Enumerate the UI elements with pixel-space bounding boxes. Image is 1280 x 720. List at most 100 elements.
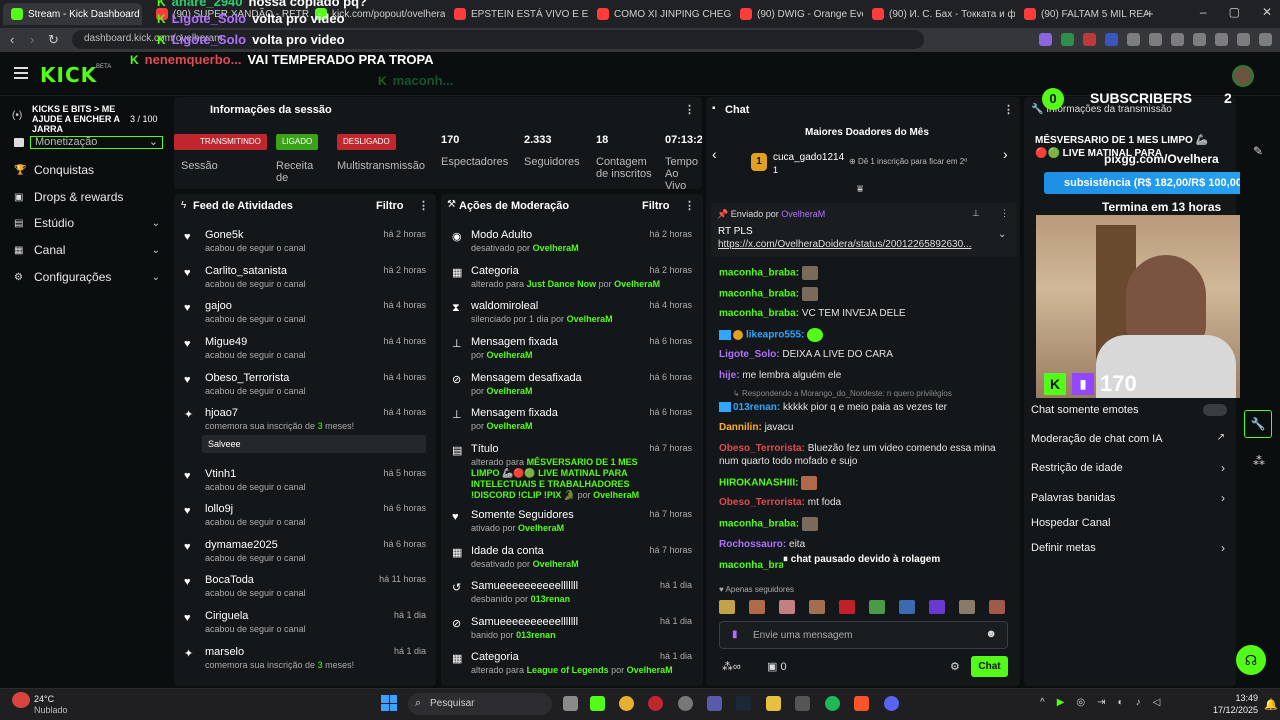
moderator-name[interactable]: OvelheraM bbox=[593, 490, 639, 500]
feed-username[interactable]: Gone5k bbox=[205, 229, 244, 241]
moderator-name[interactable]: OvelheraM bbox=[533, 243, 579, 253]
feed-username[interactable]: gajoo bbox=[205, 300, 232, 312]
moderator-name[interactable]: OvelheraM bbox=[518, 523, 564, 533]
discord-icon[interactable] bbox=[884, 696, 899, 711]
gift-icon[interactable]: ▣ 0 bbox=[767, 660, 787, 673]
chevron-left-icon[interactable]: ‹ bbox=[712, 146, 717, 162]
obs-icon[interactable] bbox=[678, 696, 693, 711]
reload-icon[interactable]: ↻ bbox=[48, 32, 59, 48]
send-chat-button[interactable]: Chat bbox=[971, 656, 1008, 677]
moderator-name[interactable]: OvelheraM bbox=[487, 386, 533, 396]
kick-app-icon[interactable] bbox=[590, 696, 605, 711]
browser-tab[interactable]: COMO XI JINPING CHEGOU AO× bbox=[589, 3, 731, 25]
feed-username[interactable]: Carlito_satanista bbox=[205, 265, 287, 277]
moderator-name[interactable]: OvelheraM bbox=[487, 350, 533, 360]
emoji-icon[interactable]: ☻ bbox=[985, 628, 997, 640]
moderator-name[interactable]: OvelheraM bbox=[533, 559, 579, 569]
emote[interactable] bbox=[801, 287, 818, 301]
feed-username[interactable]: Ciriguela bbox=[205, 610, 248, 622]
setting-definir-metas[interactable]: Definir metas › bbox=[1031, 541, 1227, 556]
emote[interactable] bbox=[809, 600, 825, 614]
edit-icon[interactable]: ✎ bbox=[1253, 144, 1263, 158]
sidebar-item-conquistas[interactable]: 🏆 Conquistas bbox=[14, 163, 160, 177]
browser-tab[interactable]: (90) И. С. Бах - Токката и фуга× bbox=[864, 3, 1015, 25]
task-view-icon[interactable] bbox=[563, 696, 578, 711]
feed-username[interactable]: Vtinh1 bbox=[205, 468, 236, 480]
setting-chat-somente-emotes[interactable]: Chat somente emotes bbox=[1031, 404, 1227, 418]
chat-username[interactable]: maconha_braba: bbox=[719, 519, 799, 530]
app-icon[interactable] bbox=[707, 696, 722, 711]
user-avatar[interactable] bbox=[1232, 65, 1254, 87]
more-options-icon[interactable]: ⋮ bbox=[684, 103, 695, 116]
file-explorer-icon[interactable] bbox=[766, 696, 781, 711]
chat-username[interactable]: 013renan: bbox=[733, 402, 780, 413]
browser-tab[interactable]: (90) FALTAM 5 MIL REAIS PARA× bbox=[1016, 3, 1148, 25]
more-options-icon[interactable]: ⋮ bbox=[1000, 208, 1009, 219]
tray-app-icon[interactable]: ◎ bbox=[1076, 697, 1085, 708]
clock-date[interactable]: 17/12/2025 bbox=[1208, 705, 1258, 715]
feed-username[interactable]: dymamae2025 bbox=[205, 539, 278, 551]
app-icon[interactable] bbox=[795, 696, 810, 711]
microphone-icon[interactable]: ♪ bbox=[1136, 697, 1141, 708]
chat-input[interactable]: ▮ Envie uma mensagem ☻ bbox=[719, 621, 1008, 649]
extension-icon[interactable] bbox=[1149, 33, 1162, 46]
wrench-icon[interactable]: 🔧 bbox=[1244, 410, 1272, 438]
extension-icon[interactable] bbox=[1039, 33, 1052, 46]
pinned-link[interactable]: https://x.com/OvelheraDoidera/status/200… bbox=[718, 239, 972, 250]
forward-icon[interactable]: › bbox=[30, 32, 34, 47]
chat-paused-banner[interactable]: ⏸ chat pausado devido à rolagem bbox=[783, 554, 953, 570]
emote[interactable] bbox=[779, 600, 795, 614]
notifications-icon[interactable]: 🔔 bbox=[1264, 698, 1278, 711]
menu-icon[interactable] bbox=[1259, 33, 1272, 46]
maximize-icon[interactable]: ▢ bbox=[1229, 5, 1240, 19]
close-window-icon[interactable]: ✕ bbox=[1262, 5, 1272, 19]
setting-palavras-banidas[interactable]: Palavras banidas › bbox=[1031, 491, 1227, 506]
tray-app-icon[interactable]: ⇥ bbox=[1097, 697, 1105, 708]
sidebar-item-canal[interactable]: ▦ Canal ⌄ bbox=[14, 243, 160, 257]
feed-username[interactable]: lollo9j bbox=[205, 503, 233, 515]
chat-username[interactable]: hije: bbox=[719, 370, 740, 381]
moderation-filter-button[interactable]: Filtro bbox=[642, 200, 670, 212]
chat-username[interactable]: Dannilin: bbox=[719, 422, 762, 433]
shield-icon[interactable] bbox=[1237, 33, 1250, 46]
feed-username[interactable]: hjoao7 bbox=[205, 407, 238, 419]
chat-username[interactable]: maconha_braba: bbox=[719, 289, 799, 300]
extension-icon[interactable] bbox=[1083, 33, 1096, 46]
emote[interactable] bbox=[801, 517, 818, 531]
share-icon[interactable]: ⁂ bbox=[1253, 454, 1265, 468]
pin-icon[interactable]: ⊥ bbox=[972, 208, 980, 219]
more-options-icon[interactable]: ⋮ bbox=[1003, 103, 1014, 116]
opera-icon[interactable] bbox=[648, 696, 663, 711]
clock-time[interactable]: 13:49 bbox=[1218, 693, 1258, 703]
speaker-icon[interactable]: ◁ bbox=[1153, 697, 1161, 708]
chat-username[interactable]: maconha_braba: bbox=[719, 308, 799, 319]
kick-logo[interactable]: KICK bbox=[40, 63, 97, 87]
browser-tab[interactable]: (90) DWIG - Orange Evening /× bbox=[732, 3, 863, 25]
top-donor-name[interactable]: cuca_gado1214 bbox=[773, 152, 844, 163]
feed-username[interactable]: marselo bbox=[205, 646, 244, 658]
windows-start-icon[interactable] bbox=[381, 695, 397, 711]
feed-username[interactable]: BocaToda bbox=[205, 574, 254, 586]
chat-username[interactable]: maconha_brab bbox=[719, 560, 790, 571]
emote[interactable] bbox=[807, 328, 824, 342]
collapse-icon[interactable]: ⩸ bbox=[857, 184, 863, 195]
new-tab-button[interactable]: + bbox=[1146, 6, 1154, 21]
browser-tab[interactable]: Stream - Kick Dashboard× bbox=[3, 3, 142, 25]
chat-username[interactable]: HIROKANASHIII: bbox=[719, 478, 798, 489]
chat-username[interactable]: likeapro555: bbox=[746, 330, 804, 341]
more-options-icon[interactable]: ⋮ bbox=[418, 199, 429, 212]
chat-username[interactable]: maconha_braba: bbox=[719, 268, 799, 279]
steam-icon[interactable] bbox=[736, 696, 751, 711]
emote[interactable] bbox=[801, 476, 818, 490]
toggle-switch[interactable] bbox=[1203, 404, 1227, 416]
emote[interactable] bbox=[959, 600, 975, 614]
minimize-icon[interactable]: – bbox=[1200, 5, 1207, 19]
chat-username[interactable]: Obeso_Terrorista: bbox=[719, 497, 805, 508]
extension-icon[interactable] bbox=[1061, 33, 1074, 46]
setting-restri-o-de-idade[interactable]: Restrição de idade › bbox=[1031, 461, 1227, 476]
emote[interactable] bbox=[869, 600, 885, 614]
emote[interactable] bbox=[801, 266, 818, 280]
sidebar-icon[interactable] bbox=[1193, 33, 1206, 46]
moderator-name[interactable]: OvelheraM bbox=[614, 279, 660, 289]
weather-icon[interactable] bbox=[12, 692, 30, 708]
